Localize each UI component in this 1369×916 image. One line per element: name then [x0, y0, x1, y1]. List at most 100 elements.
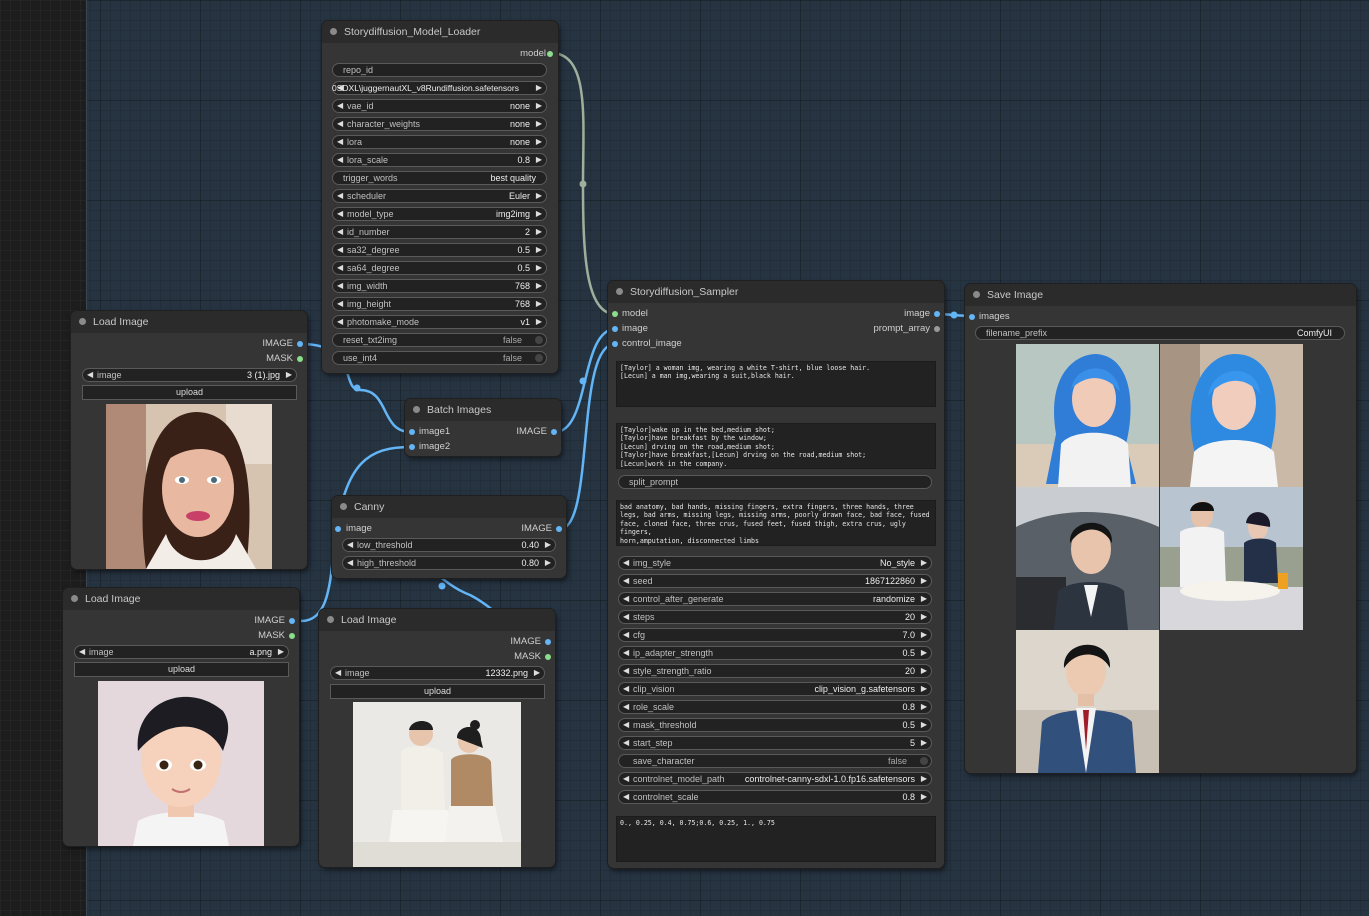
node-canny[interactable]: Canny image IMAGE ◀ low_threshold 0.40 ▶ ◀ hi… — [332, 496, 566, 578]
arrow-left-icon[interactable]: ◀ — [337, 244, 343, 256]
arrow-right-icon[interactable]: ▶ — [921, 575, 927, 587]
output-model[interactable]: model — [520, 47, 546, 61]
arrow-right-icon[interactable]: ▶ — [536, 226, 542, 238]
output-image[interactable]: IMAGE — [510, 635, 541, 649]
output-mask[interactable]: MASK — [258, 629, 285, 643]
trigger-words-field[interactable]: trigger_words best quality — [332, 171, 547, 185]
widget-controlnet_scale[interactable]: ◀ controlnet_scale 0.8 ▶ — [618, 790, 932, 804]
arrow-right-icon[interactable]: ▶ — [921, 593, 927, 605]
widget-low_threshold[interactable]: ◀ low_threshold 0.40 ▶ — [342, 538, 556, 552]
save-character-toggle[interactable]: save_character false — [618, 754, 932, 768]
output-mask-dot[interactable] — [297, 356, 303, 362]
upload-button[interactable]: upload — [74, 662, 289, 677]
toggle-use_int4[interactable]: use_int4 false — [332, 351, 547, 365]
arrow-right-icon[interactable]: ▶ — [536, 100, 542, 112]
widget-style_strength_ratio[interactable]: ◀ style_strength_ratio 20 ▶ — [618, 664, 932, 678]
widget-lora[interactable]: ◀ lora none ▶ — [332, 135, 547, 149]
collapse-dot-icon[interactable] — [71, 595, 78, 602]
arrow-left-icon[interactable]: ◀ — [79, 646, 85, 658]
output-prompt-array[interactable]: prompt_array — [874, 322, 931, 336]
output-image-1[interactable] — [1016, 344, 1159, 487]
output-image-dot[interactable] — [545, 639, 551, 645]
arrow-right-icon[interactable]: ▶ — [921, 647, 927, 659]
arrow-right-icon[interactable]: ▶ — [536, 190, 542, 202]
arrow-left-icon[interactable]: ◀ — [337, 316, 343, 328]
toggle-knob[interactable] — [920, 757, 928, 765]
arrow-right-icon[interactable]: ▶ — [536, 154, 542, 166]
arrow-right-icon[interactable]: ▶ — [536, 316, 542, 328]
input-images[interactable]: images — [979, 310, 1010, 324]
collapse-dot-icon[interactable] — [327, 616, 334, 623]
node-title[interactable]: Load Image — [63, 588, 299, 610]
widget-cfg[interactable]: ◀ cfg 7.0 ▶ — [618, 628, 932, 642]
image-select[interactable]: ◀ image 3 (1).jpg ▶ — [82, 368, 297, 382]
widget-steps[interactable]: ◀ steps 20 ▶ — [618, 610, 932, 624]
widget-sa64_degree[interactable]: ◀ sa64_degree 0.5 ▶ — [332, 261, 547, 275]
output-image[interactable]: IMAGE — [262, 337, 293, 351]
widget-controlnet_model_path[interactable]: ◀ controlnet_model_path controlnet-canny-s… — [618, 772, 932, 786]
ckpt-name-select[interactable]: ◀ 0SDXL\juggernautXL_v8Rundiffusion.safe… — [332, 81, 547, 95]
input-image2-dot[interactable] — [409, 444, 415, 450]
arrow-right-icon[interactable]: ▶ — [921, 683, 927, 695]
widget-role_scale[interactable]: ◀ role_scale 0.8 ▶ — [618, 700, 932, 714]
arrow-right-icon[interactable]: ▶ — [536, 262, 542, 274]
arrow-left-icon[interactable]: ◀ — [623, 737, 629, 749]
arrow-left-icon[interactable]: ◀ — [623, 665, 629, 677]
widget-ip_adapter_strength[interactable]: ◀ ip_adapter_strength 0.5 ▶ — [618, 646, 932, 660]
arrow-left-icon[interactable]: ◀ — [623, 791, 629, 803]
node-batch-images[interactable]: Batch Images image1 image2 IMAGE — [405, 399, 561, 456]
node-sampler[interactable]: Storydiffusion_Sampler model image contr… — [608, 281, 944, 868]
output-image-2[interactable] — [1160, 344, 1303, 487]
arrow-right-icon[interactable]: ▶ — [536, 280, 542, 292]
output-image-5[interactable] — [1016, 630, 1159, 773]
image-select[interactable]: ◀ image 12332.png ▶ — [330, 666, 545, 680]
scene-prompts-textarea[interactable]: [Taylor]wake up in the bed,medium shot; … — [616, 423, 936, 469]
widget-img_height[interactable]: ◀ img_height 768 ▶ — [332, 297, 547, 311]
output-image-dot[interactable] — [556, 526, 562, 532]
output-prompt-array-dot[interactable] — [934, 326, 940, 332]
arrow-right-icon[interactable]: ▶ — [534, 667, 540, 679]
widget-high_threshold[interactable]: ◀ high_threshold 0.80 ▶ — [342, 556, 556, 570]
collapse-dot-icon[interactable] — [616, 288, 623, 295]
collapse-dot-icon[interactable] — [973, 291, 980, 298]
arrow-right-icon[interactable]: ▶ — [545, 539, 551, 551]
arrow-right-icon[interactable]: ▶ — [536, 208, 542, 220]
arrow-left-icon[interactable]: ◀ — [347, 557, 353, 569]
arrow-left-icon[interactable]: ◀ — [87, 369, 93, 381]
input-control-image-dot[interactable] — [612, 341, 618, 347]
widget-vae_id[interactable]: ◀ vae_id none ▶ — [332, 99, 547, 113]
input-images-dot[interactable] — [969, 314, 975, 320]
collapse-dot-icon[interactable] — [330, 28, 337, 35]
arrow-left-icon[interactable]: ◀ — [337, 154, 343, 166]
arrow-right-icon[interactable]: ▶ — [278, 646, 284, 658]
node-title[interactable]: Load Image — [71, 311, 307, 333]
arrow-left-icon[interactable]: ◀ — [623, 719, 629, 731]
input-control-image[interactable]: control_image — [622, 337, 682, 351]
arrow-left-icon[interactable]: ◀ — [623, 611, 629, 623]
output-model-dot[interactable] — [547, 51, 553, 57]
arrow-right-icon[interactable]: ▶ — [921, 791, 927, 803]
node-load-image-2[interactable]: Load Image IMAGE MASK ◀ image a.png ▶ uploa… — [63, 588, 299, 846]
widget-img_style[interactable]: ◀ img_style No_style ▶ — [618, 556, 932, 570]
arrow-left-icon[interactable]: ◀ — [347, 539, 353, 551]
output-image-dot[interactable] — [297, 341, 303, 347]
widget-id_number[interactable]: ◀ id_number 2 ▶ — [332, 225, 547, 239]
arrow-right-icon[interactable]: ▶ — [921, 611, 927, 623]
arrow-left-icon[interactable]: ◀ — [623, 575, 629, 587]
arrow-left-icon[interactable]: ◀ — [623, 773, 629, 785]
arrow-right-icon[interactable]: ▶ — [536, 136, 542, 148]
node-save-image[interactable]: Save Image images filename_prefix ComfyUI — [965, 284, 1356, 773]
arrow-left-icon[interactable]: ◀ — [623, 683, 629, 695]
input-image[interactable]: image — [346, 522, 372, 536]
widget-character_weights[interactable]: ◀ character_weights none ▶ — [332, 117, 547, 131]
input-model-dot[interactable] — [612, 311, 618, 317]
arrow-left-icon[interactable]: ◀ — [623, 701, 629, 713]
toggle-knob[interactable] — [535, 354, 543, 362]
widget-clip_vision[interactable]: ◀ clip_vision clip_vision_g.safetensors ▶ — [618, 682, 932, 696]
arrow-right-icon[interactable]: ▶ — [286, 369, 292, 381]
output-image[interactable]: IMAGE — [516, 425, 547, 439]
collapse-dot-icon[interactable] — [340, 503, 347, 510]
output-mask-dot[interactable] — [545, 654, 551, 660]
output-image[interactable]: image — [904, 307, 930, 321]
arrow-left-icon[interactable]: ◀ — [337, 298, 343, 310]
